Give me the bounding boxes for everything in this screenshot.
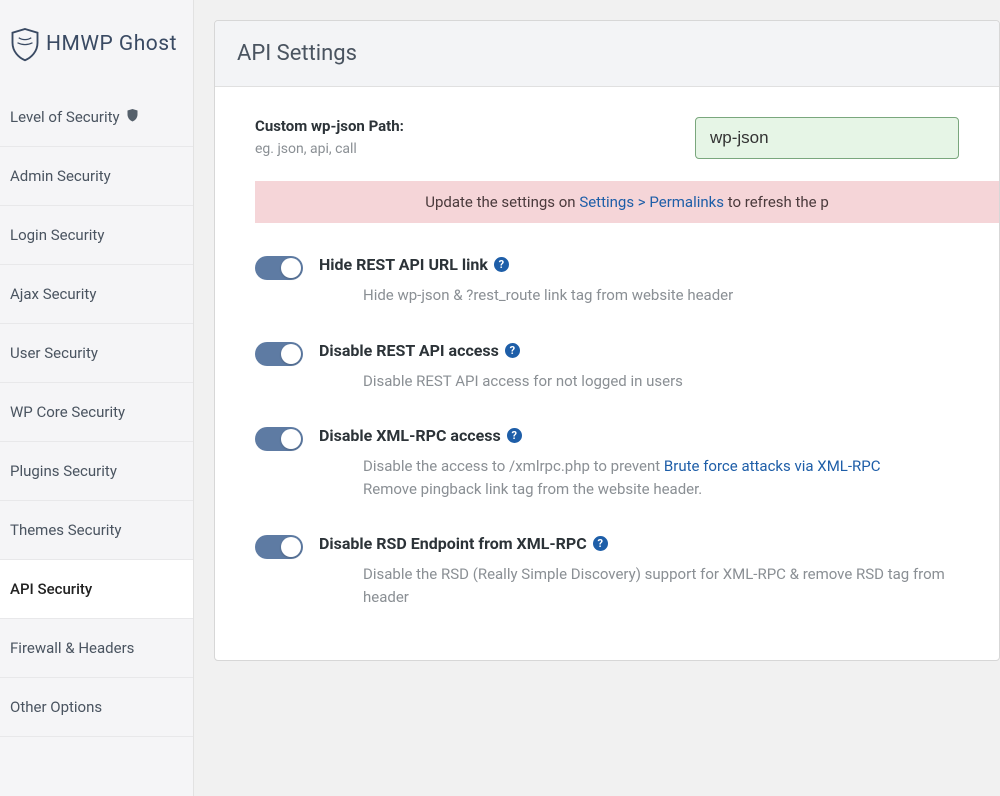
sidebar-item-label: Themes Security xyxy=(10,521,121,539)
content: API Settings Custom wp-json Path: eg. js… xyxy=(194,0,1000,796)
toggle-title-text: Disable XML-RPC access xyxy=(319,426,501,445)
custom-wpjson-field-row: Custom wp-json Path: eg. json, api, call xyxy=(215,117,999,171)
help-icon[interactable]: ? xyxy=(505,343,520,358)
field-hint: eg. json, api, call xyxy=(255,141,675,157)
toggle-desc: Hide wp-json & ?rest_route link tag from… xyxy=(319,284,959,307)
shield-icon xyxy=(126,108,139,126)
toggle-disable-xmlrpc-access: Disable XML-RPC access ? Disable the acc… xyxy=(215,414,999,522)
toggle-title-text: Hide REST API URL link xyxy=(319,255,488,274)
sidebar-item-level-of-security[interactable]: Level of Security xyxy=(0,88,193,147)
sidebar-item-firewall-headers[interactable]: Firewall & Headers xyxy=(0,619,193,678)
sidebar-item-label: Level of Security xyxy=(10,108,120,126)
sidebar-item-plugins-security[interactable]: Plugins Security xyxy=(0,442,193,501)
help-icon[interactable]: ? xyxy=(593,536,608,551)
permalink-notice: Update the settings on Settings > Permal… xyxy=(255,181,999,223)
toggle-desc: Disable the access to /xmlrpc.php to pre… xyxy=(319,455,959,500)
notice-suffix: to refresh the p xyxy=(724,193,829,211)
sidebar-item-label: User Security xyxy=(10,344,98,362)
sidebar-item-wp-core-security[interactable]: WP Core Security xyxy=(0,383,193,442)
toggle-disable-rsd-endpoint: Disable RSD Endpoint from XML-RPC ? Disa… xyxy=(215,522,999,630)
toggle-content: Disable REST API access ? Disable REST A… xyxy=(319,341,959,393)
sidebar-item-label: Plugins Security xyxy=(10,462,117,480)
sidebar-item-themes-security[interactable]: Themes Security xyxy=(0,501,193,560)
sidebar-item-other-options[interactable]: Other Options xyxy=(0,678,193,737)
sidebar-item-api-security[interactable]: API Security xyxy=(0,560,193,619)
toggle-content: Disable RSD Endpoint from XML-RPC ? Disa… xyxy=(319,534,959,608)
toggle-title: Hide REST API URL link ? xyxy=(319,255,959,274)
sidebar-item-label: Login Security xyxy=(10,226,104,244)
notice-prefix: Update the settings on xyxy=(425,193,579,211)
brand-shield-icon xyxy=(10,26,40,62)
panel-body: Custom wp-json Path: eg. json, api, call… xyxy=(215,87,999,660)
brand: HMWP Ghost xyxy=(0,0,193,88)
toggle-title: Disable XML-RPC access ? xyxy=(319,426,959,445)
toggle-hide-rest-api-url: Hide REST API URL link ? Hide wp-json & … xyxy=(215,243,999,329)
toggle-title-text: Disable RSD Endpoint from XML-RPC xyxy=(319,534,587,553)
sidebar-item-label: Ajax Security xyxy=(10,285,96,303)
sidebar-item-admin-security[interactable]: Admin Security xyxy=(0,147,193,206)
toggle-title: Disable RSD Endpoint from XML-RPC ? xyxy=(319,534,959,553)
desc-line2: Remove pingback link tag from the websit… xyxy=(363,478,959,501)
sidebar-item-label: WP Core Security xyxy=(10,403,125,421)
brand-name: HMWP Ghost xyxy=(46,32,177,56)
brute-force-link[interactable]: Brute force attacks via XML-RPC xyxy=(664,457,881,475)
toggle-switch[interactable] xyxy=(255,427,303,451)
sidebar-item-label: Admin Security xyxy=(10,167,111,185)
sidebar-item-login-security[interactable]: Login Security xyxy=(0,206,193,265)
toggle-switch[interactable] xyxy=(255,256,303,280)
toggle-desc: Disable the RSD (Really Simple Discovery… xyxy=(319,563,959,608)
toggle-switch[interactable] xyxy=(255,342,303,366)
toggle-title: Disable REST API access ? xyxy=(319,341,959,360)
toggle-title-text: Disable REST API access xyxy=(319,341,499,360)
notice-link[interactable]: Settings > Permalinks xyxy=(579,193,724,211)
sidebar: HMWP Ghost Level of Security Admin Secur… xyxy=(0,0,194,796)
toggle-disable-rest-api-access: Disable REST API access ? Disable REST A… xyxy=(215,329,999,415)
field-label-block: Custom wp-json Path: eg. json, api, call xyxy=(255,117,675,157)
sidebar-item-label: Other Options xyxy=(10,698,102,716)
sidebar-item-user-security[interactable]: User Security xyxy=(0,324,193,383)
sidebar-item-label: Firewall & Headers xyxy=(10,639,134,657)
api-settings-panel: API Settings Custom wp-json Path: eg. js… xyxy=(214,20,1000,661)
help-icon[interactable]: ? xyxy=(507,428,522,443)
panel-title: API Settings xyxy=(215,21,999,87)
sidebar-item-label: API Security xyxy=(10,580,92,598)
toggle-content: Hide REST API URL link ? Hide wp-json & … xyxy=(319,255,959,307)
sidebar-item-ajax-security[interactable]: Ajax Security xyxy=(0,265,193,324)
wpjson-path-input[interactable] xyxy=(695,117,959,159)
toggle-content: Disable XML-RPC access ? Disable the acc… xyxy=(319,426,959,500)
toggle-switch[interactable] xyxy=(255,535,303,559)
toggle-desc: Disable REST API access for not logged i… xyxy=(319,370,959,393)
help-icon[interactable]: ? xyxy=(494,257,509,272)
desc-prefix: Disable the access to /xmlrpc.php to pre… xyxy=(363,457,664,475)
field-label: Custom wp-json Path: xyxy=(255,117,675,135)
